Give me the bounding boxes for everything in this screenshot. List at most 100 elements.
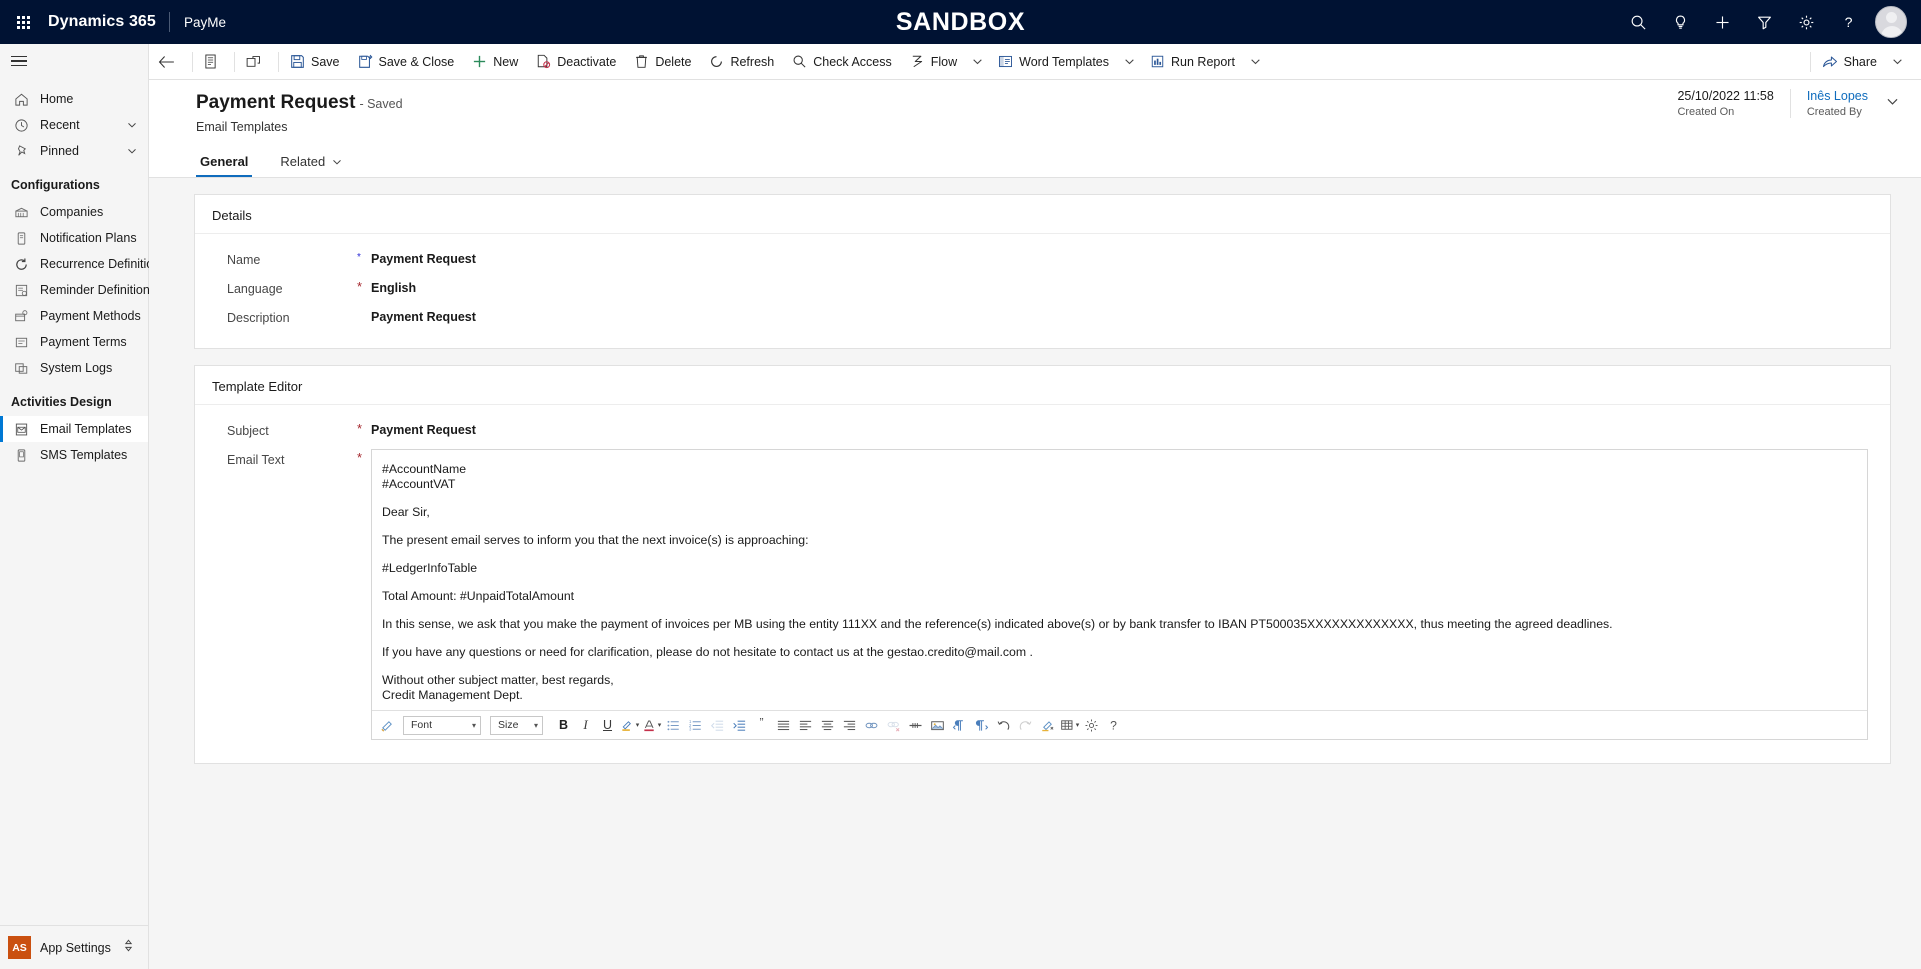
sidebar-item-email-templates[interactable]: Email Templates xyxy=(0,416,148,442)
sidebar-collapse-button[interactable] xyxy=(0,44,148,78)
check-access-button[interactable]: Check Access xyxy=(783,44,901,80)
sidebar-item-recurrence-definitions[interactable]: Recurrence Definitions xyxy=(0,251,166,277)
editor-help-icon[interactable]: ? xyxy=(1103,714,1124,737)
save-button[interactable]: Save xyxy=(281,44,349,80)
command-label: Word Templates xyxy=(1019,54,1110,69)
popout-button[interactable] xyxy=(237,44,276,80)
sidebar-item-notification-plans[interactable]: Notification Plans xyxy=(0,225,148,251)
align-center-icon[interactable] xyxy=(817,714,838,737)
share-button[interactable]: Share xyxy=(1813,44,1886,80)
sidebar-item-reminder-definitions[interactable]: Reminder Definitions xyxy=(0,277,156,303)
flow-icon xyxy=(910,54,925,69)
plus-icon[interactable] xyxy=(1701,0,1743,44)
language-field-value[interactable]: English xyxy=(371,281,416,295)
run-report-chevron-down-icon[interactable] xyxy=(1244,44,1267,80)
italic-label: I xyxy=(583,717,588,732)
header-expand-chevron-down-icon[interactable] xyxy=(1884,89,1907,113)
tab-general[interactable]: General xyxy=(196,154,253,177)
font-family-select[interactable]: Font ▾ xyxy=(403,715,481,735)
sidebar-group-activities-design: Activities Design xyxy=(11,395,112,409)
save-and-close-button[interactable]: Save & Close xyxy=(349,44,464,80)
sidebar-item-companies[interactable]: Companies xyxy=(0,199,148,225)
email-text-editor-body[interactable]: #AccountName #AccountVAT Dear Sir, The p… xyxy=(372,450,1867,710)
italic-button[interactable]: I xyxy=(575,714,596,737)
numbered-list-icon[interactable]: 123 xyxy=(685,714,706,737)
format-painter-icon[interactable] xyxy=(377,714,398,737)
sidebar-item-label: Companies xyxy=(40,205,104,219)
refresh-button[interactable]: Refresh xyxy=(700,44,783,80)
form-selector-button[interactable] xyxy=(195,44,232,80)
sidebar-group-configurations-items: Companies Notification Plans Recurrence … xyxy=(0,199,166,381)
insert-table-icon[interactable]: ▾ xyxy=(1059,714,1080,737)
new-button[interactable]: New xyxy=(463,44,527,80)
bulleted-list-icon[interactable] xyxy=(663,714,684,737)
deactivate-button[interactable]: Deactivate xyxy=(527,44,625,80)
redo-icon[interactable] xyxy=(1015,714,1036,737)
svg-text:3: 3 xyxy=(689,726,692,731)
align-right-icon[interactable] xyxy=(839,714,860,737)
underline-button[interactable]: U xyxy=(597,714,618,737)
delete-button[interactable]: Delete xyxy=(625,44,700,80)
app-name[interactable]: PayMe xyxy=(170,15,226,30)
back-button[interactable] xyxy=(149,44,190,80)
help-icon[interactable]: ? xyxy=(1827,0,1869,44)
insert-link-icon[interactable] xyxy=(861,714,882,737)
lightbulb-icon[interactable] xyxy=(1659,0,1701,44)
flow-button[interactable]: Flow xyxy=(901,44,966,80)
chevron-down-icon[interactable] xyxy=(127,146,137,156)
email-paragraph: Without other subject matter, best regar… xyxy=(382,673,614,702)
font-color-icon[interactable]: ▾ xyxy=(641,714,662,737)
rtl-direction-icon[interactable] xyxy=(949,714,970,737)
align-left-icon[interactable] xyxy=(795,714,816,737)
avatar[interactable] xyxy=(1875,6,1907,38)
template-editor-section: Template Editor Subject * Payment Reques… xyxy=(194,365,1891,764)
clear-format-icon[interactable] xyxy=(1037,714,1058,737)
horizontal-rule-icon[interactable] xyxy=(905,714,926,737)
share-chevron-down-icon[interactable] xyxy=(1886,44,1909,80)
chevron-down-icon[interactable] xyxy=(127,120,137,130)
app-switcher-icon[interactable] xyxy=(123,939,134,957)
chevron-down-icon: ▾ xyxy=(471,720,476,730)
brand-title[interactable]: Dynamics 365 xyxy=(46,13,169,31)
description-field-value[interactable]: Payment Request xyxy=(371,310,476,324)
sidebar-item-payment-methods[interactable]: Payment Methods xyxy=(0,303,148,329)
insert-image-icon[interactable] xyxy=(927,714,948,737)
increase-indent-icon[interactable] xyxy=(729,714,750,737)
sidebar-item-sms-templates[interactable]: SMS Templates xyxy=(0,442,148,468)
flow-chevron-down-icon[interactable] xyxy=(966,44,989,80)
app-settings-button[interactable]: AS App Settings xyxy=(0,925,148,969)
sidebar-item-label: Notification Plans xyxy=(40,231,137,245)
sidebar-item-payment-terms[interactable]: Payment Terms xyxy=(0,329,148,355)
editor-settings-icon[interactable] xyxy=(1081,714,1102,737)
word-templates-chevron-down-icon[interactable] xyxy=(1118,44,1141,80)
blockquote-icon[interactable]: ” xyxy=(751,714,772,737)
filter-icon[interactable] xyxy=(1743,0,1785,44)
share-icon xyxy=(1822,54,1838,69)
sidebar-item-system-logs[interactable]: System Logs xyxy=(0,355,148,381)
highlight-color-icon[interactable]: ▾ xyxy=(619,714,640,737)
created-by-value[interactable]: Inês Lopes xyxy=(1807,89,1868,103)
email-template-icon xyxy=(11,419,31,439)
app-bar-actions: ? xyxy=(1617,0,1921,44)
align-justify-icon[interactable] xyxy=(773,714,794,737)
search-icon[interactable] xyxy=(1617,0,1659,44)
remove-link-icon[interactable] xyxy=(883,714,904,737)
font-size-select[interactable]: Size ▾ xyxy=(490,715,543,735)
word-templates-button[interactable]: Word Templates xyxy=(989,44,1118,80)
sidebar-item-recent[interactable]: Recent xyxy=(0,112,148,138)
ltr-direction-icon[interactable] xyxy=(971,714,992,737)
plus-icon xyxy=(472,54,487,69)
decrease-indent-icon[interactable] xyxy=(707,714,728,737)
chevron-down-icon[interactable] xyxy=(332,157,342,167)
required-indicator: * xyxy=(357,252,361,263)
subject-field-value[interactable]: Payment Request xyxy=(371,423,476,437)
gear-icon[interactable] xyxy=(1785,0,1827,44)
sidebar-item-pinned[interactable]: Pinned xyxy=(0,138,148,164)
tab-related[interactable]: Related xyxy=(276,154,346,177)
sidebar-item-home[interactable]: Home xyxy=(0,86,148,112)
run-report-button[interactable]: Run Report xyxy=(1141,44,1244,80)
app-launcher-button[interactable] xyxy=(0,0,46,44)
bold-button[interactable]: B xyxy=(553,714,574,737)
undo-icon[interactable] xyxy=(993,714,1014,737)
name-field-value[interactable]: Payment Request xyxy=(371,252,476,266)
